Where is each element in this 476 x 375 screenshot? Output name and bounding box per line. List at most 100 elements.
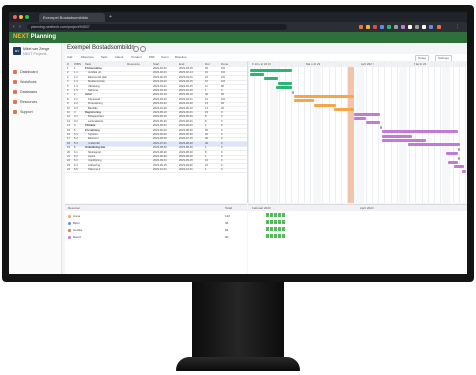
table-cell-wbs: 5.2	[74, 137, 78, 141]
gantt-bar[interactable]	[382, 130, 458, 134]
table-cell-n: 22	[67, 159, 70, 163]
toolbar-pdf-button[interactable]: PDF	[149, 55, 155, 60]
gantt-bar[interactable]	[366, 121, 380, 125]
load-cell	[270, 227, 274, 231]
gantt-bar[interactable]	[250, 72, 264, 76]
workflow-icon	[13, 80, 17, 85]
gantt-bar[interactable]	[292, 90, 294, 94]
gantt-bar[interactable]	[408, 143, 460, 147]
gantt-bar[interactable]	[382, 134, 412, 138]
address-bar[interactable]: planning.nexttech.com/project/94537	[27, 24, 287, 30]
table-cell-name: Medlemsmöte	[88, 80, 105, 84]
table-cell-name: Stämma 2	[88, 168, 101, 172]
table-cell-done: 0	[221, 146, 223, 150]
table-cell-wbs: 6.4	[74, 163, 78, 167]
timeline-month: April 2023	[360, 206, 374, 210]
extension-icon[interactable]	[366, 25, 370, 29]
sidebar-item-workflows[interactable]: Workflows	[13, 79, 59, 86]
app-logo[interactable]: NEXT Planning	[13, 33, 56, 42]
resource-row[interactable]: Björn 96	[68, 220, 244, 226]
table-cell-done: 0	[221, 89, 223, 92]
extension-icon[interactable]	[415, 25, 419, 29]
sidebar-item-support[interactable]: Support	[13, 109, 59, 116]
table-cell-wbs: 6.5	[74, 168, 78, 172]
kebab-menu-icon[interactable]: ⋮	[455, 23, 460, 31]
profile-icon[interactable]	[429, 25, 433, 29]
table-cell-dur: 10	[205, 159, 208, 163]
toolbar-baseline-button[interactable]: Baseline	[175, 55, 187, 60]
gantt-bar[interactable]	[448, 160, 458, 164]
toolbar-task-button[interactable]: Task	[101, 55, 107, 60]
gantt-bar[interactable]	[250, 68, 292, 72]
extension-icon[interactable]	[401, 25, 405, 29]
extension-icon[interactable]	[359, 25, 363, 29]
gantt-bar[interactable]	[294, 94, 354, 98]
settings-icon[interactable]	[133, 46, 139, 52]
gantt-bar[interactable]	[314, 103, 336, 107]
weekend-column	[442, 67, 450, 203]
table-cell-n: 1	[67, 67, 69, 70]
gantt-bar[interactable]	[380, 125, 382, 129]
gantt-bar[interactable]	[278, 81, 292, 85]
user-info[interactable]: Mikel van Zenge NEXT Projects	[23, 47, 49, 56]
table-cell-dur: 30	[205, 137, 208, 141]
gantt-bar[interactable]	[264, 77, 278, 81]
info-icon[interactable]	[140, 46, 146, 52]
table-cell-dur: 10	[205, 71, 208, 75]
table-row[interactable]: 24 6.5 Stämma 2 2023-10-01 2023-10-01 1 0	[65, 168, 247, 174]
table-cell-done: 0	[221, 150, 223, 154]
table-cell-start: 2023-06-02	[153, 128, 167, 132]
gantt-bar[interactable]	[354, 112, 380, 116]
back-icon[interactable]: ‹	[13, 23, 15, 31]
toolbar-milestone-button[interactable]: Milestone	[81, 55, 94, 60]
extension-icon[interactable]	[408, 25, 412, 29]
gantt-bar[interactable]	[334, 108, 354, 112]
resource-panel: Resurser Totalt Anna 120 Björn 96 Cecilia 8…	[65, 204, 247, 274]
minimize-window-icon[interactable]	[19, 15, 23, 19]
table-cell-start: 2023-03-16	[153, 93, 167, 97]
toolbar-indent-button[interactable]: Indent	[115, 55, 123, 60]
forward-icon[interactable]: ›	[19, 23, 21, 31]
extension-icon[interactable]	[387, 25, 391, 29]
maximize-window-icon[interactable]	[25, 15, 29, 19]
sidebar-item-resources[interactable]: Resources	[13, 99, 59, 106]
browser-tab[interactable]: Exempel Bostadsombildn	[39, 13, 105, 22]
extension-icon[interactable]	[422, 25, 426, 29]
gantt-bar[interactable]	[354, 116, 366, 120]
table-cell-name: Arkivering	[88, 163, 100, 167]
resource-row[interactable]: David 60	[68, 234, 244, 240]
gantt-bar[interactable]	[458, 156, 460, 160]
extension-icon[interactable]	[380, 25, 384, 29]
resource-row[interactable]: Anna 120	[68, 213, 244, 219]
table-cell-name: Juridisk utr.	[88, 71, 102, 75]
close-window-icon[interactable]	[13, 15, 17, 19]
gantt-bar[interactable]	[446, 152, 458, 156]
table-cell-start: 2023-03-02	[153, 80, 167, 84]
toolbar-outdent-button[interactable]: Outdent	[131, 55, 142, 60]
table-cell-name: Bolagsverket	[88, 115, 104, 119]
toolbar-add-button[interactable]: Add	[67, 55, 72, 60]
table-cell-n: 2	[67, 71, 69, 75]
gantt-bar[interactable]	[294, 99, 314, 103]
toolbar-zoom-button[interactable]: Zoom	[161, 55, 169, 60]
table-cell-dur: 1	[205, 146, 207, 150]
gantt-bar[interactable]	[458, 147, 460, 151]
table-cell-end: 2023-06-01	[179, 124, 193, 128]
sidebar-item-databases[interactable]: Databases	[13, 89, 59, 96]
gantt-bar[interactable]	[382, 138, 426, 142]
sidebar-item-dashboard[interactable]: Dashboard	[13, 69, 59, 76]
table-cell-done: 0	[221, 124, 223, 128]
table-cell-dur: 60	[205, 128, 208, 132]
gantt-chart: Februari 2023 Mars 2023 April 2023 Maj 2…	[248, 61, 467, 203]
resource-row[interactable]: Cecilia 84	[68, 227, 244, 233]
gantt-bar[interactable]	[454, 165, 464, 169]
extension-icon[interactable]	[437, 25, 441, 29]
table-cell-name: Registrering	[85, 111, 101, 114]
table-cell-start: 2023-06-02	[153, 133, 167, 136]
gantt-bar[interactable]	[276, 86, 292, 90]
new-tab-icon[interactable]: +	[109, 13, 112, 21]
extension-icon[interactable]	[373, 25, 377, 29]
extension-icon[interactable]	[394, 25, 398, 29]
table-cell-dur: 8	[205, 115, 207, 119]
gantt-bar[interactable]	[462, 169, 466, 173]
